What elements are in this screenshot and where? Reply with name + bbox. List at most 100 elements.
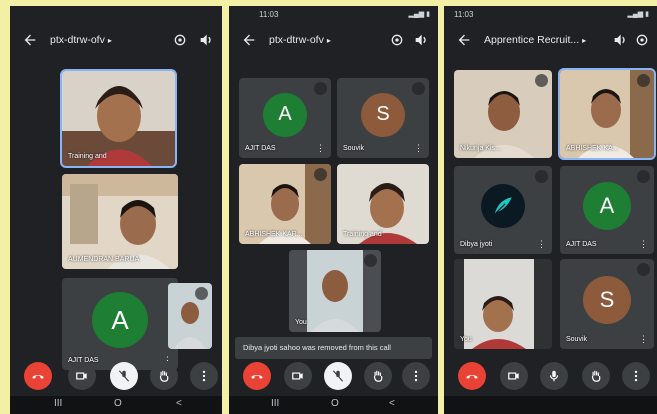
participant-name: ABHISHEK KAR... [245, 231, 303, 238]
self-preview[interactable] [168, 283, 212, 349]
android-navbar: III O < [10, 396, 222, 414]
camera-icon [76, 372, 87, 380]
phone-screen-1: ptx-dtrw-ofv ▸ Training and AUMENDRAN BAR… [10, 6, 222, 414]
mic-off-icon [314, 168, 327, 181]
participant-name: Dibya jyoti [460, 241, 493, 248]
camera-button[interactable] [500, 362, 528, 390]
mic-off-icon [332, 370, 344, 382]
avatar: A [92, 292, 148, 349]
more-options-icon[interactable]: ⋮ [639, 335, 648, 344]
back-arrow-icon[interactable] [456, 32, 472, 48]
participant-tile[interactable]: ABHISHEK KAR... [239, 164, 331, 244]
switch-camera-icon[interactable] [172, 32, 188, 48]
avatar: S [361, 92, 405, 137]
more-options-icon [202, 370, 206, 382]
speaker-icon[interactable] [413, 32, 429, 48]
end-call-icon [466, 374, 478, 379]
status-bar: 11:03 ▂▄▆ ▮ [229, 6, 438, 22]
more-options-button[interactable] [622, 362, 650, 390]
more-options-icon [414, 370, 418, 382]
speaker-icon[interactable] [612, 32, 628, 48]
mic-off-icon [637, 170, 650, 183]
avatar: S [583, 276, 631, 325]
participant-tile[interactable]: S Souvik ⋮ [337, 78, 429, 158]
switch-camera-icon[interactable] [389, 32, 405, 48]
meeting-title[interactable]: ptx-dtrw-ofv ▸ [50, 34, 112, 46]
participant-tile[interactable]: Training and [60, 69, 177, 168]
end-call-button[interactable] [24, 362, 52, 390]
mic-off-icon [535, 74, 548, 87]
call-header: ptx-dtrw-ofv ▸ [10, 28, 222, 56]
call-controls [10, 362, 222, 392]
more-options-icon[interactable]: ⋮ [316, 144, 325, 153]
back-arrow-icon[interactable] [241, 32, 257, 48]
meeting-title[interactable]: Apprentice Recruit... ▸ [484, 34, 586, 46]
mic-button[interactable] [540, 362, 568, 390]
participant-name: Nikunja Kis... [460, 145, 501, 152]
more-options-button[interactable] [402, 362, 430, 390]
raise-hand-button[interactable] [582, 362, 610, 390]
notification-toast: Dibya jyoti sahoo was removed from this … [235, 337, 432, 359]
participant-tile[interactable]: Dibya jyoti ⋮ [454, 166, 552, 254]
raise-hand-icon [159, 370, 169, 382]
participant-tile[interactable]: AUMENDRAN BARUA [62, 174, 178, 269]
participant-tile[interactable]: A AJIT DAS ⋮ [62, 278, 178, 370]
more-options-icon[interactable]: ⋮ [639, 240, 648, 249]
participant-tile[interactable]: A AJIT DAS ⋮ [560, 166, 654, 254]
camera-button[interactable] [284, 362, 312, 390]
raise-hand-button[interactable] [150, 362, 178, 390]
more-options-icon [634, 370, 638, 382]
participant-tile[interactable]: A AJIT DAS ⋮ [239, 78, 331, 158]
android-navbar: III O < [229, 396, 438, 414]
participant-name: You [295, 319, 307, 326]
more-options-icon[interactable]: ⋮ [537, 240, 546, 249]
participant-name: Training and [68, 153, 107, 160]
participant-name: Souvik [566, 336, 588, 343]
raise-hand-button[interactable] [364, 362, 392, 390]
mic-off-icon [412, 82, 425, 95]
recents-button[interactable]: III [54, 398, 62, 409]
mic-off-icon [637, 74, 650, 87]
more-options-icon[interactable]: ⋮ [414, 144, 423, 153]
camera-button[interactable] [68, 362, 96, 390]
back-button[interactable]: < [176, 398, 182, 409]
self-preview[interactable]: You [289, 250, 381, 332]
self-preview[interactable]: You [454, 259, 552, 349]
participant-tile[interactable]: Nikunja Kis... [454, 70, 552, 158]
end-call-button[interactable] [458, 362, 486, 390]
meeting-title[interactable]: ptx-dtrw-ofv ▸ [269, 34, 331, 46]
back-button[interactable]: < [389, 398, 395, 409]
signal-icon: ▂▄▆ ▮ [408, 11, 430, 18]
participant-name: You [460, 336, 472, 343]
participant-name: AJIT DAS [566, 241, 597, 248]
participant-tile[interactable]: Training and [337, 164, 429, 244]
recents-button[interactable]: III [271, 398, 279, 409]
mic-off-icon [314, 82, 327, 95]
mic-button[interactable] [324, 362, 352, 390]
avatar: A [263, 92, 307, 137]
participant-video [62, 71, 175, 166]
participant-name: Souvik [343, 145, 365, 152]
home-button[interactable]: O [331, 398, 339, 409]
participant-tile[interactable]: S Souvik ⋮ [560, 259, 654, 349]
avatar [481, 184, 525, 229]
mic-off-icon [364, 254, 377, 267]
mic-off-icon [118, 370, 130, 382]
phone-screen-2: 11:03 ▂▄▆ ▮ ptx-dtrw-ofv ▸ A AJIT DAS ⋮ S… [229, 6, 438, 414]
avatar: A [583, 182, 631, 231]
call-header: ptx-dtrw-ofv ▸ [229, 28, 438, 56]
home-button[interactable]: O [114, 398, 122, 409]
participant-name: Training and [343, 231, 382, 238]
end-call-icon [251, 374, 263, 379]
back-arrow-icon[interactable] [22, 32, 38, 48]
phone-screen-3: 11:03 ▂▄▆ ▮ Apprentice Recruit... ▸ Nikun… [444, 6, 657, 414]
mic-off-icon [637, 263, 650, 276]
more-options-button[interactable] [190, 362, 218, 390]
camera-icon [508, 372, 519, 380]
participant-tile[interactable]: ABHISHEK KA... [558, 68, 656, 160]
mic-button[interactable] [110, 362, 138, 390]
speaker-icon[interactable] [198, 32, 214, 48]
end-call-button[interactable] [243, 362, 271, 390]
signal-icon: ▂▄▆ ▮ [627, 11, 649, 18]
switch-camera-icon[interactable] [634, 32, 650, 48]
